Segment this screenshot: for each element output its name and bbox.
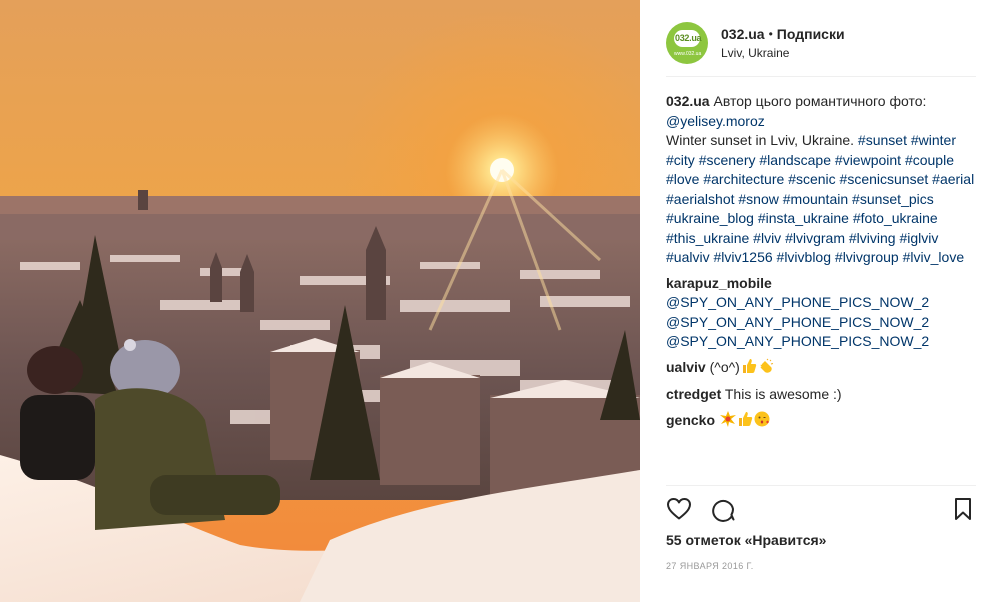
hashtag-link[interactable]: #this_ukraine (666, 230, 749, 246)
comment-text: (^o^) (709, 358, 740, 375)
hashtag-link[interactable]: #aerial (932, 171, 974, 187)
heart-outline-icon[interactable] (666, 496, 692, 522)
avatar-site-text: www.032.ua (674, 51, 702, 57)
hashtag-link[interactable]: #scenery (699, 152, 756, 168)
comment-user[interactable]: ualviv (666, 359, 706, 375)
post-caption: 032.ua Автор цього романтичного фото: @y… (666, 92, 984, 268)
comment-mention[interactable]: @SPY_ON_ANY_PHONE_PICS_NOW_2 (666, 294, 929, 310)
comments-list: 032.ua Автор цього романтичного фото: @y… (666, 92, 984, 432)
comment-user[interactable]: gencko (666, 412, 715, 428)
hashtag-link[interactable]: #lviving (849, 230, 896, 246)
kiss-emoji (754, 411, 770, 433)
hashtag-link[interactable]: #insta_ukraine (758, 210, 849, 226)
sunset-lviv-photo (0, 0, 640, 602)
hashtag-link[interactable]: #winter (911, 132, 956, 148)
hashtag-link[interactable]: #mountain (783, 191, 848, 207)
hashtag-link[interactable]: #ualviv (666, 249, 710, 265)
comment-item: ualviv (^o^) (666, 358, 984, 380)
post-location[interactable]: Lviv, Ukraine (721, 46, 845, 60)
comment-item: ctredget This is awesome :) (666, 385, 984, 405)
hashtag-link[interactable]: #lvivblog (777, 249, 831, 265)
header-divider (666, 76, 976, 77)
hashtag-link[interactable]: #architecture (703, 171, 784, 187)
caption-mention[interactable]: @yelisey.moroz (666, 113, 765, 129)
caption-text: Автор цього романтичного фото: (713, 93, 927, 109)
thumbs-up-emoji (741, 358, 757, 380)
hashtag-link[interactable]: #lvivgram (785, 230, 845, 246)
hashtag-link[interactable]: #aerialshot (666, 191, 735, 207)
comment-user[interactable]: karapuz_mobile (666, 275, 772, 291)
follow-status-button[interactable]: Подписки (777, 26, 845, 42)
action-bar (666, 496, 976, 524)
avatar[interactable]: 032.ua www.032.ua (666, 22, 708, 64)
post-photo[interactable] (0, 0, 640, 602)
comment-user[interactable]: ctredget (666, 386, 721, 402)
hashtag-link[interactable]: #lviv (753, 230, 781, 246)
hashtag-link[interactable]: #lviv1256 (713, 249, 772, 265)
sparkle-emoji (719, 410, 736, 433)
hashtag-link[interactable]: #foto_ukraine (853, 210, 938, 226)
post-side-panel: 032.ua www.032.ua 032.ua • Подписки Lviv… (640, 0, 1000, 602)
comment-item: gencko (666, 410, 984, 433)
hashtag-link[interactable]: #landscape (759, 152, 831, 168)
hashtag-link[interactable]: #viewpoint (835, 152, 901, 168)
comment-mention[interactable]: @SPY_ON_ANY_PHONE_PICS_NOW_2 (666, 314, 929, 330)
hashtag-link[interactable]: #scenic (788, 171, 835, 187)
separator-dot: • (768, 27, 773, 41)
bookmark-icon[interactable] (950, 496, 976, 522)
comments-divider (666, 485, 976, 486)
comment-item: karapuz_mobile @SPY_ON_ANY_PHONE_PICS_NO… (666, 274, 984, 352)
account-name[interactable]: 032.ua (721, 26, 765, 42)
hashtag-link[interactable]: #lvivgroup (835, 249, 899, 265)
clapping-hands-emoji (758, 358, 774, 380)
header-info: 032.ua • Подписки Lviv, Ukraine (721, 26, 845, 60)
hashtag-link[interactable]: #lviv_love (903, 249, 964, 265)
caption-hashtags: #sunset #winter #city #scenery #landscap… (666, 132, 974, 265)
hashtag-link[interactable]: #sunset_pics (852, 191, 934, 207)
comment-mention[interactable]: @SPY_ON_ANY_PHONE_PICS_NOW_2 (666, 333, 929, 349)
avatar-logo-text: 032.ua (675, 33, 702, 43)
speech-bubble-icon[interactable] (710, 496, 736, 522)
hashtag-link[interactable]: #couple (905, 152, 954, 168)
hashtag-link[interactable]: #ukraine_blog (666, 210, 754, 226)
caption-author[interactable]: 032.ua (666, 93, 710, 109)
thumbs-up-emoji (737, 411, 753, 433)
hashtag-link[interactable]: #scenicsunset (840, 171, 929, 187)
post-header: 032.ua www.032.ua 032.ua • Подписки Lviv… (666, 10, 976, 76)
hashtag-link[interactable]: #snow (738, 191, 778, 207)
hashtag-link[interactable]: #iglviv (899, 230, 938, 246)
post-date: 27 января 2016 г. (666, 561, 754, 571)
hashtag-link[interactable]: #sunset (858, 132, 907, 148)
likes-count[interactable]: 55 отметок «Нравится» (666, 532, 826, 548)
caption-body: Winter sunset in Lviv, Ukraine. (666, 132, 855, 148)
hashtag-link[interactable]: #love (666, 171, 699, 187)
hashtag-link[interactable]: #city (666, 152, 695, 168)
comment-text: This is awesome :) (724, 386, 842, 402)
